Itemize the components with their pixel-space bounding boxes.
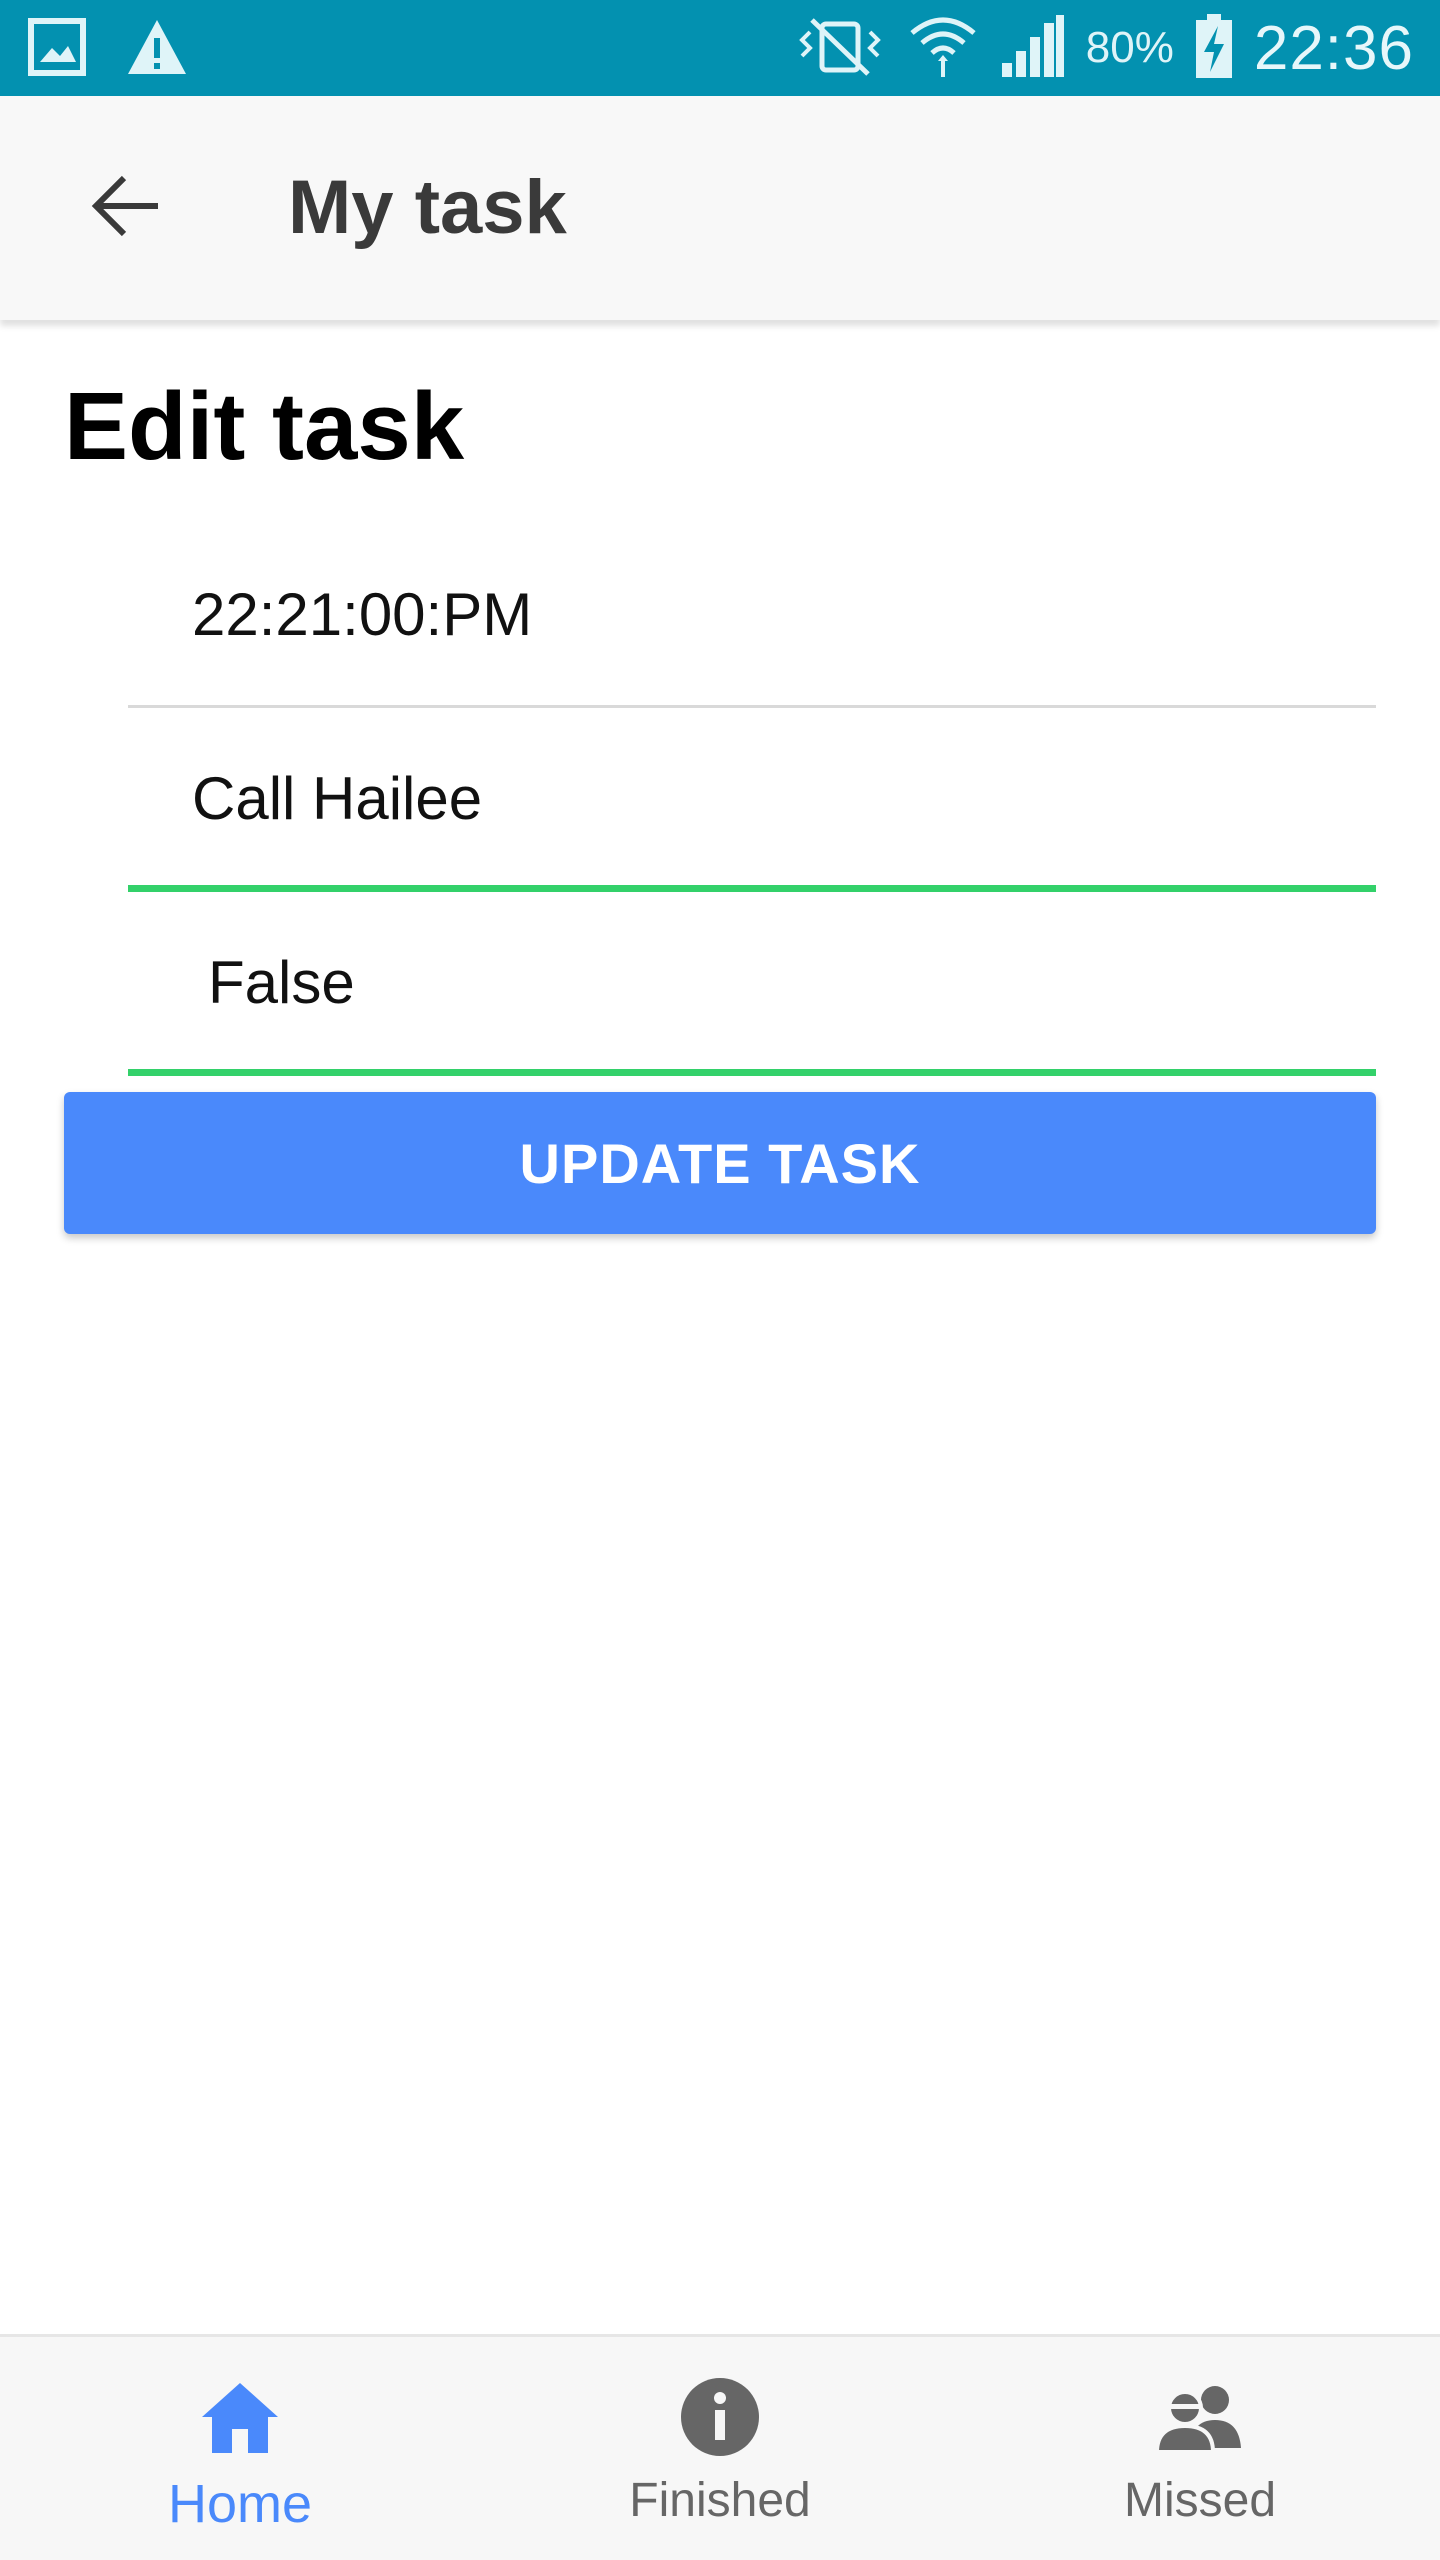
- status-input[interactable]: [208, 932, 1368, 1032]
- back-button[interactable]: [78, 160, 174, 256]
- app-bar: My task: [0, 96, 1440, 320]
- bottom-nav: Home Finished Missed: [0, 2334, 1440, 2560]
- gallery-icon: [28, 18, 86, 81]
- time-field: [128, 524, 1376, 708]
- status-left-icons: [28, 18, 188, 81]
- info-icon: [672, 2369, 768, 2465]
- status-field: [128, 892, 1376, 1076]
- nav-item-home[interactable]: Home: [0, 2337, 480, 2560]
- battery-percent: 80%: [1085, 23, 1174, 72]
- task-name-field-underline: [128, 885, 1376, 892]
- task-name-input[interactable]: [192, 748, 1352, 848]
- status-right-icons: 80% 22:36: [792, 10, 1414, 86]
- time-input[interactable]: [192, 564, 1352, 664]
- update-task-button[interactable]: UPDATE TASK: [64, 1092, 1376, 1234]
- home-icon: [192, 2369, 288, 2465]
- edit-task-heading: Edit task: [64, 373, 465, 480]
- battery-charging-icon: [1194, 12, 1234, 85]
- task-name-field: [128, 708, 1376, 892]
- nav-item-missed[interactable]: Missed: [960, 2337, 1440, 2560]
- nav-label-finished: Finished: [629, 2474, 811, 2527]
- nav-label-missed: Missed: [1123, 2474, 1277, 2527]
- status-bar: 80% 22:36: [0, 0, 1440, 96]
- page-title: My task: [288, 165, 567, 250]
- nav-label-home: Home: [167, 2474, 313, 2534]
- people-icon: [1152, 2369, 1248, 2465]
- warning-icon: [126, 18, 188, 81]
- status-time: 22:36: [1253, 13, 1414, 83]
- status-field-underline: [128, 1069, 1376, 1076]
- vibrate-icon: [792, 14, 888, 83]
- nav-item-finished[interactable]: Finished: [480, 2337, 960, 2560]
- screen: 80% 22:36 My task Edit task 22:21:00:PM …: [0, 0, 1440, 2560]
- arrow-back-icon: [90, 170, 162, 247]
- wifi-icon: [908, 11, 978, 86]
- signal-icon: [998, 13, 1066, 84]
